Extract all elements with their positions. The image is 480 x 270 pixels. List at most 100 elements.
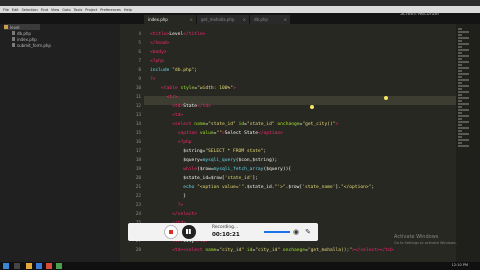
code-line: <table style="width: 100%"> bbox=[161, 86, 236, 91]
menu-item-preferences[interactable]: Preferences bbox=[100, 8, 121, 12]
line-number: 24 bbox=[135, 212, 141, 217]
code-line: </select> bbox=[172, 212, 198, 217]
watermark-top: Screen Recorder bbox=[400, 12, 440, 17]
minimap-line bbox=[458, 67, 469, 69]
tab-label: get_mohalla.php bbox=[201, 17, 235, 22]
pause-record-button[interactable] bbox=[182, 225, 196, 239]
code-line: ?> bbox=[177, 203, 184, 208]
line-number: 12 bbox=[135, 104, 141, 109]
taskbar-clock: 12:10 PM bbox=[451, 263, 468, 267]
minimap-line bbox=[458, 34, 462, 36]
app-icon[interactable] bbox=[46, 263, 52, 269]
pen-icon[interactable]: ✎ bbox=[304, 228, 312, 236]
code-line: include "db.php"; bbox=[150, 68, 198, 73]
tab-0[interactable]: index.php × bbox=[144, 15, 196, 24]
minimap-line bbox=[458, 70, 462, 72]
app-icon[interactable] bbox=[56, 263, 62, 269]
minimap-line bbox=[458, 112, 462, 114]
minimap-line bbox=[458, 130, 462, 132]
code-line: while($row=mysqli_fetch_array($query)){ bbox=[183, 167, 292, 172]
code-line: } bbox=[150, 194, 186, 199]
activate-title: Activate Windows bbox=[394, 234, 439, 240]
minimap-line bbox=[458, 46, 462, 48]
screen-recorder-bar: Recording... 00:10:21 ◉ ✎ bbox=[128, 223, 318, 241]
sidebar-item-label: submit_form.php bbox=[17, 42, 51, 48]
menu-item-file[interactable]: File bbox=[3, 8, 9, 12]
stop-record-button[interactable] bbox=[164, 225, 178, 239]
line-number: 6 bbox=[138, 50, 141, 55]
minimap-line bbox=[458, 127, 469, 129]
minimap-line bbox=[458, 64, 462, 66]
menu-item-goto[interactable]: Goto bbox=[62, 8, 70, 12]
minimap-line bbox=[458, 43, 469, 45]
sidebar-item[interactable]: submit_form.php bbox=[12, 42, 51, 48]
code-line: <title>Level</title> bbox=[150, 32, 206, 37]
minimap-line bbox=[458, 94, 462, 96]
menu-item-selection[interactable]: Selection bbox=[22, 8, 38, 12]
line-number: 10 bbox=[135, 86, 141, 91]
minimap-line bbox=[458, 49, 469, 51]
code-line: </head> bbox=[150, 41, 170, 46]
line-number: 20 bbox=[135, 176, 141, 181]
line-number: 9 bbox=[138, 77, 141, 82]
close-icon[interactable]: × bbox=[243, 17, 246, 22]
minimap[interactable] bbox=[456, 24, 480, 270]
recording-timer: 00:10:21 bbox=[212, 232, 240, 238]
minimap-line bbox=[458, 115, 469, 117]
activate-windows-watermark: Activate Windows Go to Settings to activ… bbox=[394, 234, 457, 246]
minimap-line bbox=[458, 37, 469, 39]
line-number: 14 bbox=[135, 122, 141, 127]
minimap-line bbox=[458, 136, 462, 138]
minimap-line bbox=[458, 85, 469, 87]
code-line: <td><select name="city_id" id="city_id" … bbox=[172, 248, 394, 253]
app-icon[interactable] bbox=[36, 263, 42, 269]
code-line: <select name="state_id" id="state_id" on… bbox=[172, 122, 339, 127]
minimap-line bbox=[458, 28, 462, 30]
minimap-line bbox=[458, 55, 469, 57]
line-number: 21 bbox=[135, 185, 141, 190]
close-icon[interactable]: × bbox=[190, 17, 193, 22]
code-line: $state_id=$row['state_id']; bbox=[150, 176, 258, 181]
minimap-line bbox=[458, 118, 462, 120]
microphone-icon[interactable]: ◉ bbox=[292, 228, 300, 236]
close-icon[interactable]: × bbox=[284, 17, 287, 22]
audio-level-bar bbox=[264, 231, 290, 233]
minimap-line bbox=[458, 91, 469, 93]
tab-1[interactable]: get_mohalla.php × bbox=[197, 15, 249, 24]
minimap-line bbox=[458, 109, 469, 111]
menu-item-find[interactable]: Find bbox=[41, 8, 48, 12]
minimap-line bbox=[458, 103, 469, 105]
search-icon[interactable] bbox=[14, 263, 20, 269]
minimap-line bbox=[458, 121, 469, 123]
minimap-line bbox=[458, 133, 469, 135]
menu-item-tools[interactable]: Tools bbox=[74, 8, 83, 12]
code-line: <td>State</td> bbox=[172, 104, 211, 109]
code-line: <?php bbox=[177, 140, 192, 145]
line-number: 5 bbox=[138, 41, 141, 46]
menu-item-project[interactable]: Project bbox=[85, 8, 97, 12]
menu-item-help[interactable]: Help bbox=[124, 8, 132, 12]
cursor-marker bbox=[384, 96, 388, 100]
file-icon bbox=[12, 37, 15, 41]
line-number: 22 bbox=[135, 194, 141, 199]
line-number: 19 bbox=[135, 167, 141, 172]
minimap-line bbox=[458, 40, 462, 42]
tab-label: db.php bbox=[254, 17, 268, 22]
minimap-line bbox=[458, 106, 462, 108]
folder-icon bbox=[4, 25, 8, 29]
sidebar-item-label: db.php bbox=[17, 30, 31, 36]
menu-item-edit[interactable]: Edit bbox=[12, 8, 19, 12]
minimap-line bbox=[458, 58, 462, 60]
app-icon[interactable] bbox=[26, 263, 32, 269]
minimap-line bbox=[458, 100, 462, 102]
minimap-line bbox=[458, 61, 469, 63]
minimap-line bbox=[458, 97, 469, 99]
line-number: 4 bbox=[138, 32, 141, 37]
line-number: 11 bbox=[135, 95, 141, 100]
sidebar-item-label: index.php bbox=[17, 36, 37, 42]
start-icon[interactable] bbox=[3, 263, 9, 269]
line-number: 28 bbox=[135, 248, 141, 253]
menu-item-view[interactable]: View bbox=[51, 8, 59, 12]
cursor-marker bbox=[310, 105, 314, 109]
tab-2[interactable]: db.php × bbox=[250, 15, 290, 24]
